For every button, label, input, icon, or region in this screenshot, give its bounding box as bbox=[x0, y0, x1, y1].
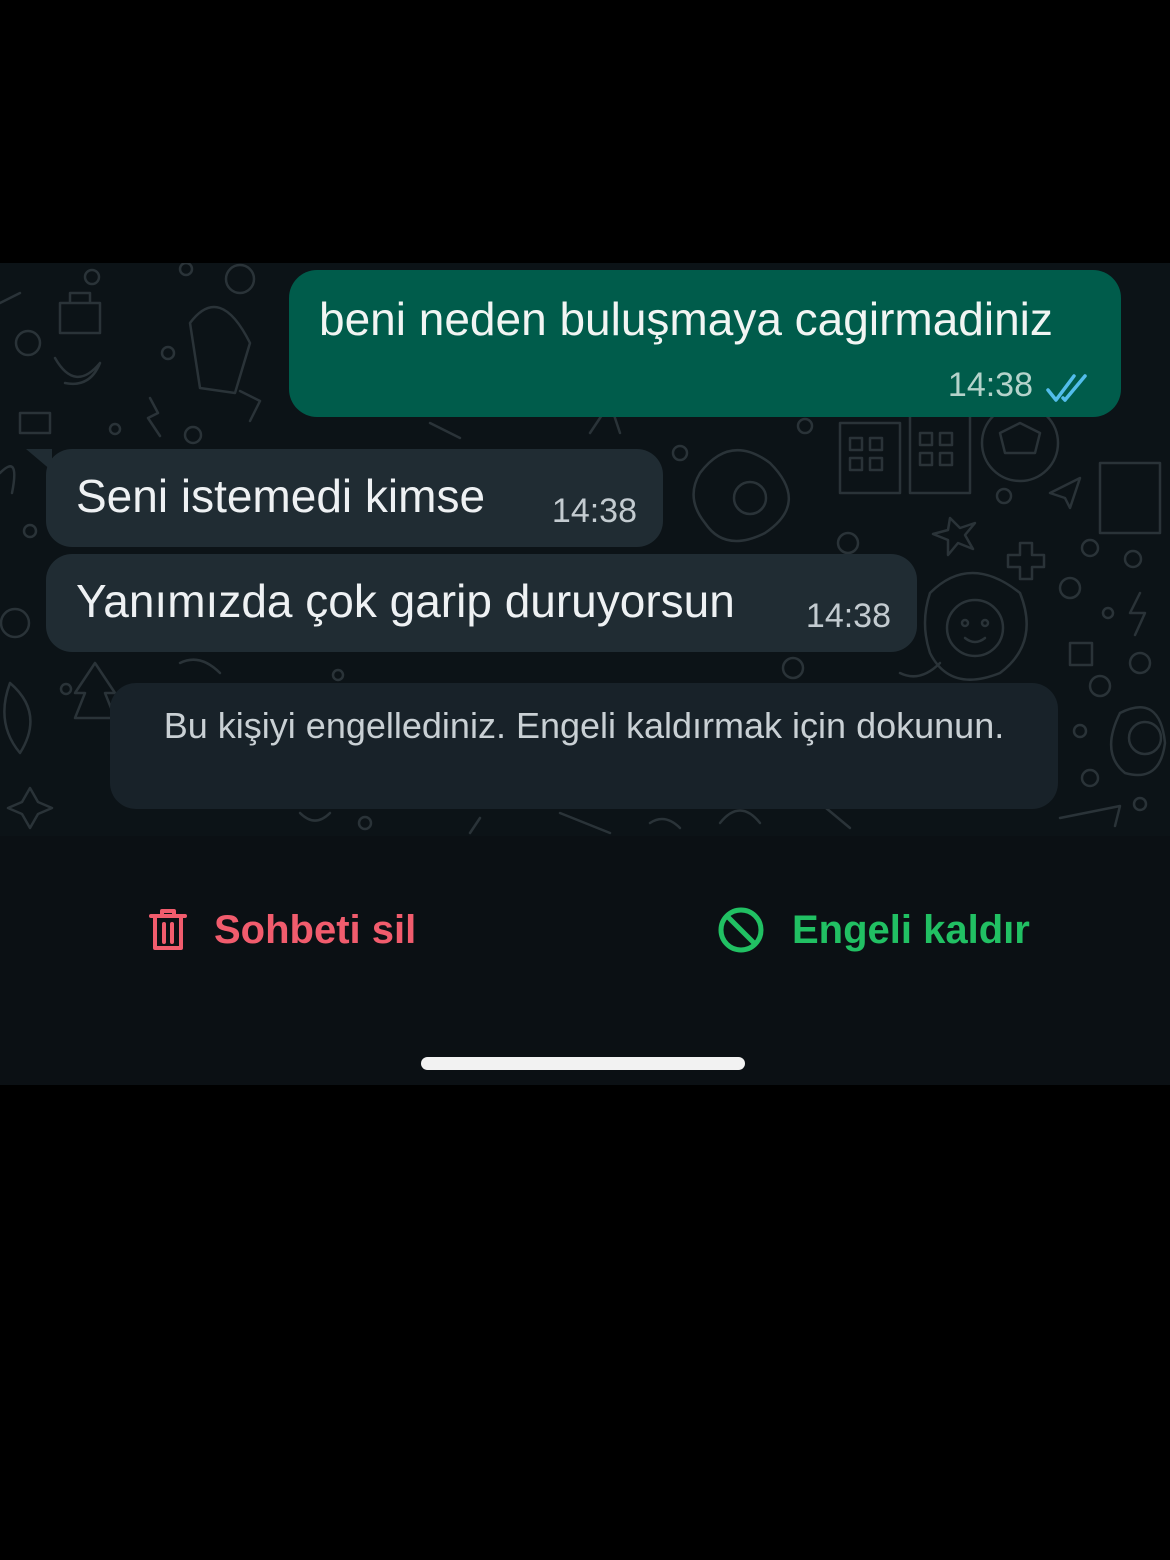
home-indicator[interactable] bbox=[421, 1057, 745, 1070]
unblock-label: Engeli kaldır bbox=[792, 907, 1030, 952]
message-time: 14:38 bbox=[947, 366, 1033, 404]
delete-chat-label: Sohbeti sil bbox=[214, 907, 417, 952]
double-check-read-icon bbox=[1046, 374, 1087, 402]
unblock-button[interactable]: Engeli kaldır bbox=[716, 900, 1030, 960]
message-time: 14:38 bbox=[805, 597, 891, 635]
message-text: Seni istemedi kimse bbox=[76, 470, 486, 522]
chat-screen: beni neden buluşmaya cagirmadiniz 14:38 … bbox=[0, 263, 1170, 1085]
message-text: Yanımızda çok garip duruyorsun bbox=[76, 575, 735, 627]
outgoing-message-bubble[interactable]: beni neden buluşmaya cagirmadiniz 14:38 bbox=[289, 270, 1121, 417]
incoming-message-bubble[interactable]: Yanımızda çok garip duruyorsun 14:38 bbox=[46, 554, 917, 652]
incoming-message-bubble[interactable]: Seni istemedi kimse 14:38 bbox=[26, 449, 663, 547]
message-text: beni neden buluşmaya cagirmadiniz bbox=[319, 293, 1053, 345]
message-time: 14:38 bbox=[551, 492, 637, 530]
delete-chat-button[interactable]: Sohbeti sil bbox=[148, 900, 416, 960]
blocked-contact-notice[interactable]: Bu kişiyi engellediniz. Engeli kaldırmak… bbox=[110, 683, 1058, 809]
block-icon bbox=[718, 907, 764, 953]
trash-icon bbox=[149, 909, 187, 950]
chat-area[interactable]: beni neden buluşmaya cagirmadiniz 14:38 … bbox=[0, 263, 1170, 836]
blocked-actions-bar: Sohbeti sil Engeli kaldır bbox=[0, 836, 1170, 1085]
